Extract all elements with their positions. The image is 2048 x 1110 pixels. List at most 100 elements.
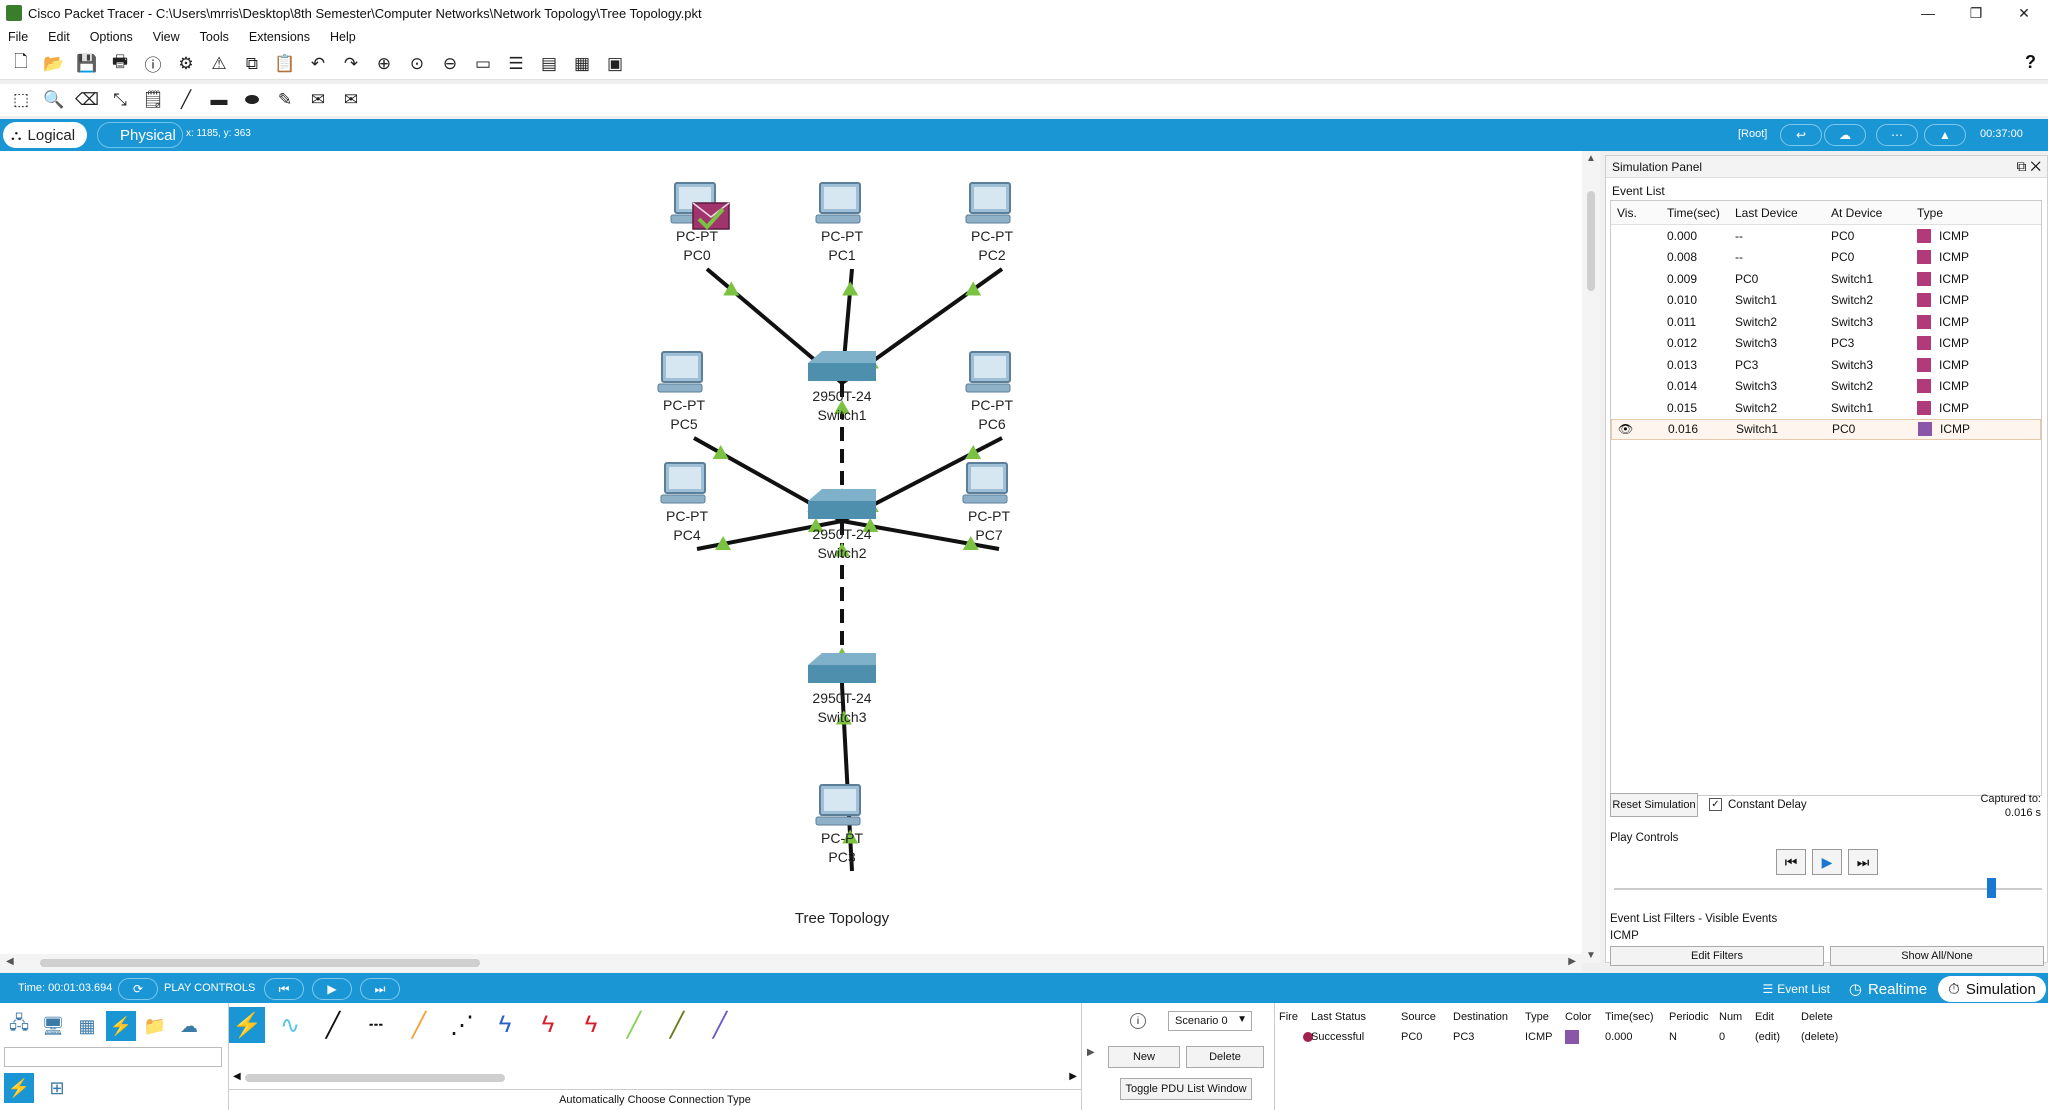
iot-custom-cable-icon[interactable]: ╱ (659, 1007, 695, 1043)
network-info-icon[interactable]: ⚠ (206, 51, 232, 77)
pdu-row[interactable]: Successful PC0 PC3 ICMP 0.000 N 0 (edit)… (1275, 1027, 2048, 1047)
scroll-left-icon[interactable]: ◀ (6, 956, 14, 967)
event-row[interactable]: 0.014 Switch3 Switch2 ICMP (1611, 376, 2041, 398)
cluster-icon[interactable]: ☁ (1824, 124, 1866, 146)
scroll-down-icon[interactable]: ▼ (1586, 950, 1596, 961)
redo-icon[interactable]: ↷ (338, 51, 364, 77)
crossover-icon[interactable]: ┄ (358, 1007, 394, 1043)
vertical-scroll-thumb[interactable] (1587, 191, 1595, 291)
event-row[interactable]: 0.012 Switch3 PC3 ICMP (1611, 333, 2041, 355)
event-list-toggle[interactable]: ☰ Event List (1756, 978, 1834, 1000)
zoom-out-icon[interactable]: ⊖ (437, 51, 463, 77)
col-vis[interactable]: Vis. (1611, 206, 1661, 220)
event-row[interactable]: 0.008 -- PC0 ICMP (1611, 247, 2041, 269)
step-forward-button[interactable]: ⏭ (1848, 849, 1878, 875)
inspect-icon[interactable]: 🔍 (41, 87, 67, 113)
add-simple-pdu-icon[interactable]: ✉ (305, 87, 331, 113)
root-breadcrumb[interactable]: [Root] (1738, 128, 1767, 140)
drawing-palette-icon[interactable]: ▭ (470, 51, 496, 77)
cable-scroll-thumb[interactable] (245, 1074, 505, 1082)
print-icon[interactable]: 🖶 (107, 51, 133, 77)
event-row[interactable]: 0.015 Switch2 Switch1 ICMP (1611, 397, 2041, 419)
activity-wizard-icon[interactable]: ▦ (569, 51, 595, 77)
event-row[interactable]: 0.000 -- PC0 ICMP (1611, 225, 2041, 247)
speed-slider[interactable] (1614, 878, 2042, 898)
cable-scroll-right-icon[interactable]: ▶ (1069, 1071, 1077, 1082)
copy-icon[interactable]: ⧉ (239, 51, 265, 77)
paste-icon[interactable]: 📋 (272, 51, 298, 77)
components-icon[interactable]: ▦ (72, 1011, 102, 1041)
straight-through-icon[interactable]: ╱ (315, 1007, 351, 1043)
draw-line-icon[interactable]: ╱ (173, 87, 199, 113)
forward-button[interactable]: ⏭ (360, 978, 400, 1000)
col-last-device[interactable]: Last Device (1729, 206, 1825, 220)
menu-edit[interactable]: Edit (48, 30, 70, 44)
ellipse-icon[interactable]: ⬬ (239, 87, 265, 113)
col-at-device[interactable]: At Device (1825, 206, 1911, 220)
event-row[interactable]: 👁 0.016 Switch1 PC0 ICMP (1611, 418, 2041, 440)
fiber-icon[interactable]: ╱ (401, 1007, 437, 1043)
constant-delay-toggle[interactable]: ✓ Constant Delay (1709, 798, 1807, 811)
toggle-pdu-list-button[interactable]: Toggle PDU List Window (1120, 1078, 1252, 1100)
tab-logical[interactable]: ⛬ Logical (3, 122, 87, 148)
rectangle-icon[interactable]: ▬ (206, 87, 232, 113)
reset-simulation-button[interactable]: Reset Simulation (1610, 793, 1698, 817)
screenshot-icon[interactable]: ▣ (602, 51, 628, 77)
pdu-envelope-icon[interactable] (692, 202, 730, 230)
connections-icon[interactable]: ⚡ (106, 1011, 136, 1041)
wizard-icon[interactable]: ⚙ (173, 51, 199, 77)
device-search-input[interactable] (4, 1047, 222, 1067)
resize-icon[interactable]: ⤡ (107, 87, 133, 113)
realtime-mode-button[interactable]: ◷ Realtime (1840, 977, 1936, 1001)
usb-icon[interactable]: ╱ (702, 1007, 738, 1043)
freeform-icon[interactable]: ✎ (272, 87, 298, 113)
scroll-right-icon[interactable]: ▶ (1568, 956, 1576, 967)
pc-device[interactable]: PC-PT PC6 (965, 351, 1013, 432)
scenario-info-icon[interactable]: i (1130, 1013, 1146, 1029)
event-row[interactable]: 0.011 Switch2 Switch3 ICMP (1611, 311, 2041, 333)
show-all-none-button[interactable]: Show All/None (1830, 946, 2044, 966)
custom-device-icon[interactable]: ☰ (503, 51, 529, 77)
topology-canvas[interactable]: PC-PT PC0 PC-PT PC1 PC-PT PC2 PC-PT PC5 PC-PT PC6… (0, 151, 1582, 954)
menu-options[interactable]: Options (90, 30, 133, 44)
cable-scrollbar[interactable]: ◀ ▶ (229, 1071, 1081, 1085)
zoom-in-icon[interactable]: ⊕ (371, 51, 397, 77)
open-icon[interactable]: 📂 (41, 51, 67, 77)
event-row[interactable]: 0.010 Switch1 Switch2 ICMP (1611, 290, 2041, 312)
delete-scenario-button[interactable]: Delete (1186, 1046, 1264, 1068)
workspace-vertical-scrollbar[interactable]: ▲ ▼ (1582, 151, 1600, 963)
edit-filters-button[interactable]: Edit Filters (1610, 946, 1824, 966)
new-scenario-button[interactable]: New (1108, 1046, 1180, 1068)
menu-tools[interactable]: Tools (200, 30, 229, 44)
add-complex-pdu-icon[interactable]: ✉ (338, 87, 364, 113)
undo-icon[interactable]: ↶ (305, 51, 331, 77)
event-row[interactable]: 0.009 PC0 Switch1 ICMP (1611, 268, 2041, 290)
end-devices-icon[interactable]: 🖥 (38, 1011, 68, 1041)
restore-button[interactable]: ❐ (1952, 0, 2000, 26)
pc-device[interactable]: PC-PT PC4 (660, 462, 708, 543)
pc-device[interactable]: PC-PT PC7 (962, 462, 1010, 543)
misc-icon[interactable]: 📁 (140, 1011, 170, 1041)
menu-file[interactable]: File (8, 30, 28, 44)
pdu-delete-link[interactable]: (delete) (1801, 1031, 1861, 1043)
delete-icon[interactable]: ⌫ (74, 87, 100, 113)
pc-device[interactable]: PC-PT PC2 (965, 182, 1013, 263)
cable-scroll-left-icon[interactable]: ◀ (233, 1071, 241, 1082)
pc-device[interactable]: PC-PT PC5 (657, 351, 705, 432)
pc-device[interactable]: PC-PT PC1 (815, 182, 863, 263)
close-panel-icon[interactable]: ✕ (2030, 158, 2041, 174)
console-cable-icon[interactable]: ∿ (272, 1007, 308, 1043)
col-type[interactable]: Type (1911, 206, 2031, 220)
fire-cell[interactable] (1275, 1032, 1313, 1042)
scenario-select[interactable]: Scenario 0 ▼ (1168, 1011, 1252, 1031)
close-button[interactable]: ✕ (2000, 0, 2048, 26)
viewport-icon[interactable]: ▤ (536, 51, 562, 77)
pdu-edit-link[interactable]: (edit) (1755, 1031, 1801, 1043)
workspace-horizontal-scrollbar[interactable]: ◀ ▶ (0, 954, 1582, 972)
speed-slider-knob[interactable] (1986, 878, 1996, 898)
minimize-button[interactable]: — (1904, 0, 1952, 26)
grid-icon[interactable]: ⊞ (42, 1073, 72, 1103)
pc-device[interactable]: PC-PT PC3 (815, 784, 863, 865)
new-icon[interactable]: 🗋 (8, 51, 34, 77)
network-devices-icon[interactable]: 🖧 (4, 1011, 34, 1041)
